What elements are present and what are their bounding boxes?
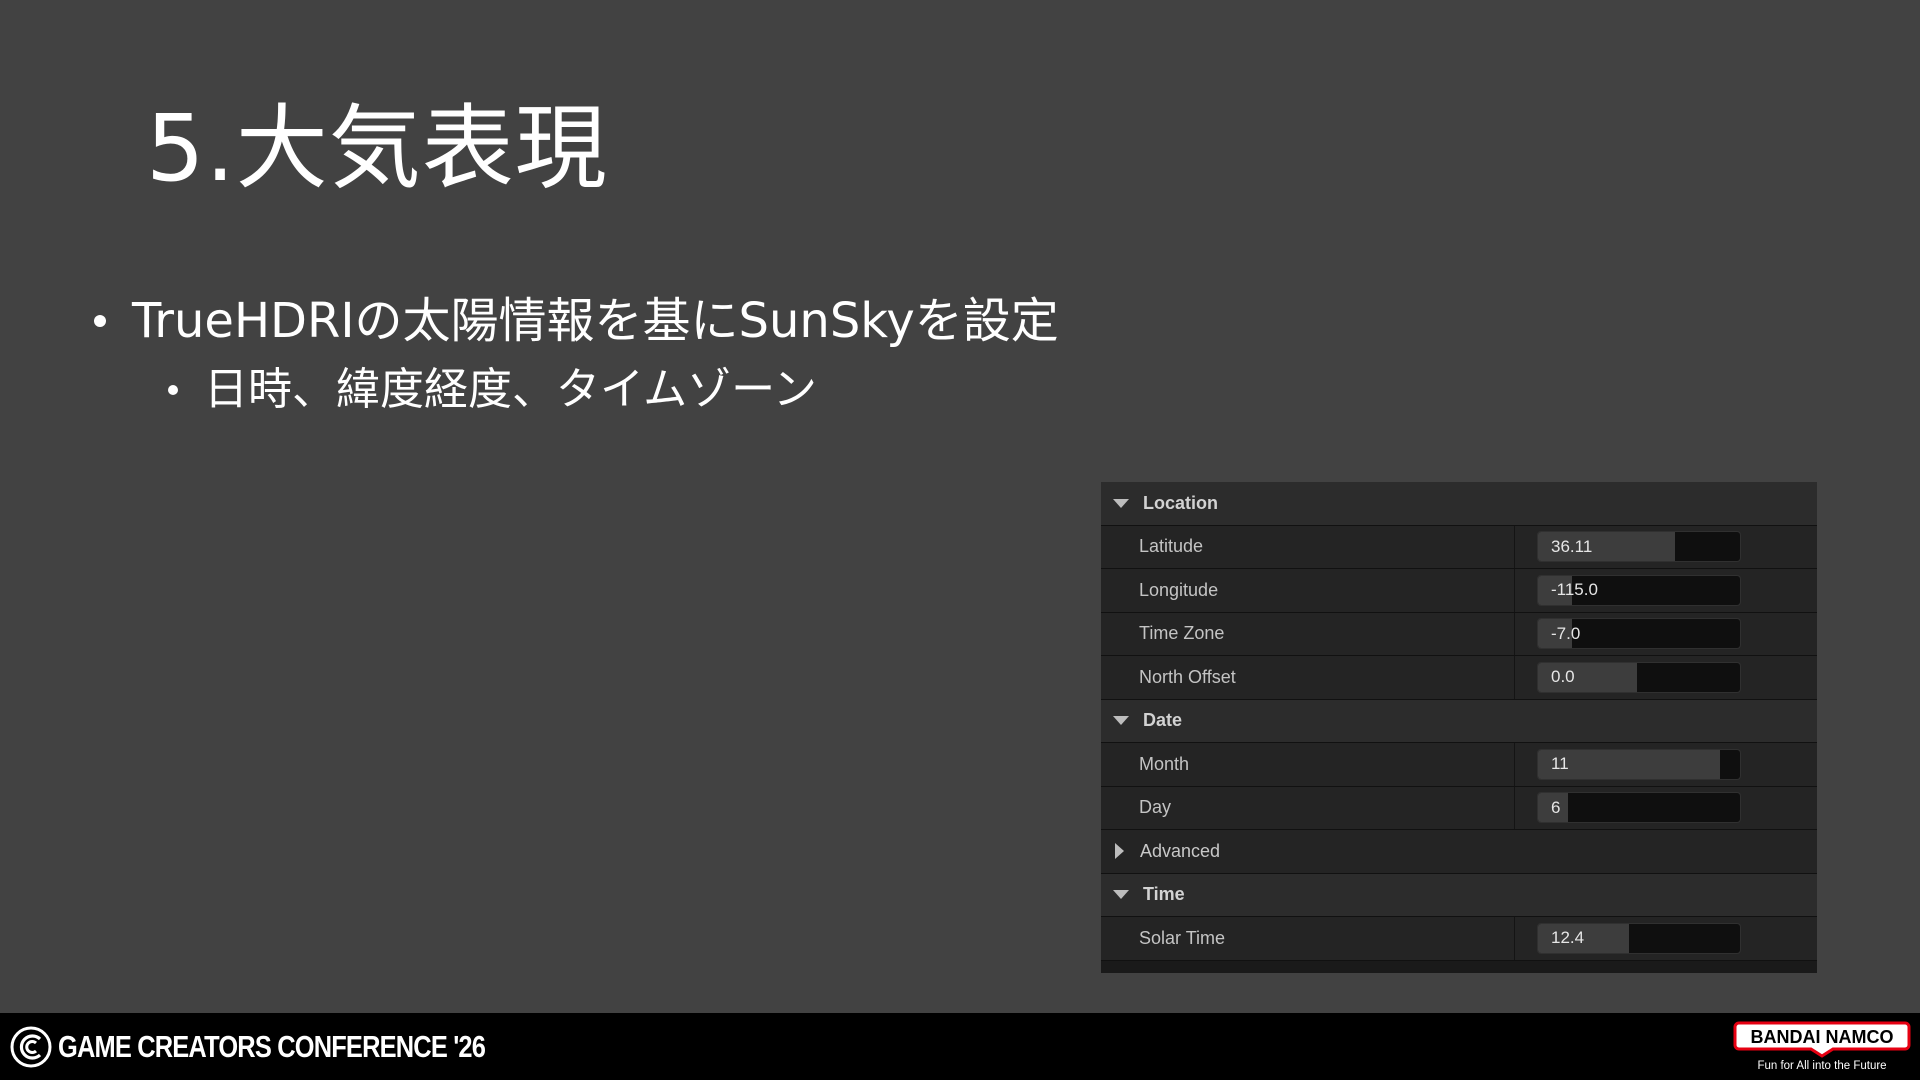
solar-time-field[interactable]: 12.4 (1537, 922, 1741, 954)
advanced-subcategory[interactable]: Advanced (1101, 830, 1817, 874)
field-value: -7.0 (1551, 623, 1581, 643)
property-name: Month (1101, 743, 1515, 786)
brand-name: BANDAI NAMCO (1751, 1027, 1894, 1047)
expand-arrow-icon[interactable] (1113, 890, 1129, 900)
property-name: Latitude (1101, 525, 1515, 568)
property-row-latitude: Latitude 36.11 (1101, 525, 1817, 569)
category-location[interactable]: Location (1101, 482, 1817, 526)
sunsky-details-panel: Location Latitude 36.11 Longitude -115.0… (1101, 482, 1817, 973)
advanced-label: Advanced (1140, 840, 1221, 861)
category-label: Time (1143, 884, 1185, 905)
latitude-field[interactable]: 36.11 (1537, 531, 1741, 563)
property-name: Solar Time (1101, 917, 1515, 960)
collapse-arrow-icon[interactable] (1115, 843, 1124, 860)
time-zone-field[interactable]: -7.0 (1537, 618, 1741, 650)
longitude-field[interactable]: -115.0 (1537, 574, 1741, 606)
property-row-longitude: Longitude -115.0 (1101, 569, 1817, 613)
property-name: Time Zone (1101, 612, 1515, 655)
property-name: Longitude (1101, 569, 1515, 612)
bullet-text: TrueHDRIの太陽情報を基にSunSkyを設定 (132, 293, 1059, 349)
conference-name: GAME CREATORS CONFERENCE '26 (58, 1029, 486, 1064)
property-row-month: Month 11 (1101, 743, 1817, 787)
property-row-time-zone: Time Zone -7.0 (1101, 612, 1817, 656)
field-value: 12.4 (1551, 928, 1585, 948)
gcc-logo-icon (10, 1026, 52, 1068)
category-label: Date (1143, 710, 1183, 731)
field-value: 36.11 (1551, 536, 1593, 556)
expand-arrow-icon[interactable] (1113, 498, 1129, 508)
bullet-list: TrueHDRIの太陽情報を基にSunSkyを設定 日時、緯度経度、タイムゾーン (94, 286, 1059, 422)
category-label: Location (1143, 492, 1218, 513)
sub-bullet-item: 日時、緯度経度、タイムゾーン (168, 358, 1059, 422)
north-offset-field[interactable]: 0.0 (1537, 661, 1741, 693)
brand-tagline: Fun for All into the Future (1757, 1060, 1886, 1072)
bullet-item: TrueHDRIの太陽情報を基にSunSkyを設定 (94, 286, 1059, 356)
property-name: Day (1101, 786, 1515, 829)
bullet-dot (94, 315, 106, 327)
month-field[interactable]: 11 (1537, 748, 1741, 780)
sub-bullet-text: 日時、緯度経度、タイムゾーン (204, 364, 817, 415)
bullet-dot (168, 385, 178, 395)
day-field[interactable]: 6 (1537, 792, 1741, 824)
expand-arrow-icon[interactable] (1113, 716, 1129, 726)
field-value: -115.0 (1551, 580, 1598, 600)
property-row-day: Day 6 (1101, 786, 1817, 830)
field-value: 11 (1551, 754, 1569, 774)
property-row-solar-time: Solar Time 12.4 (1101, 917, 1817, 961)
field-value: 6 (1551, 797, 1561, 817)
bandai-namco-logo: BANDAI NAMCO Fun for All into the Future (1733, 1021, 1911, 1072)
slide-title: 5.大気表現 (146, 95, 608, 202)
category-time[interactable]: Time (1101, 873, 1817, 917)
property-row-north-offset: North Offset 0.0 (1101, 656, 1817, 700)
property-name: North Offset (1101, 656, 1515, 699)
field-value: 0.0 (1551, 667, 1575, 687)
footer-bar: GAME CREATORS CONFERENCE '26 BANDAI NAMC… (0, 1013, 1920, 1080)
category-date[interactable]: Date (1101, 699, 1817, 743)
